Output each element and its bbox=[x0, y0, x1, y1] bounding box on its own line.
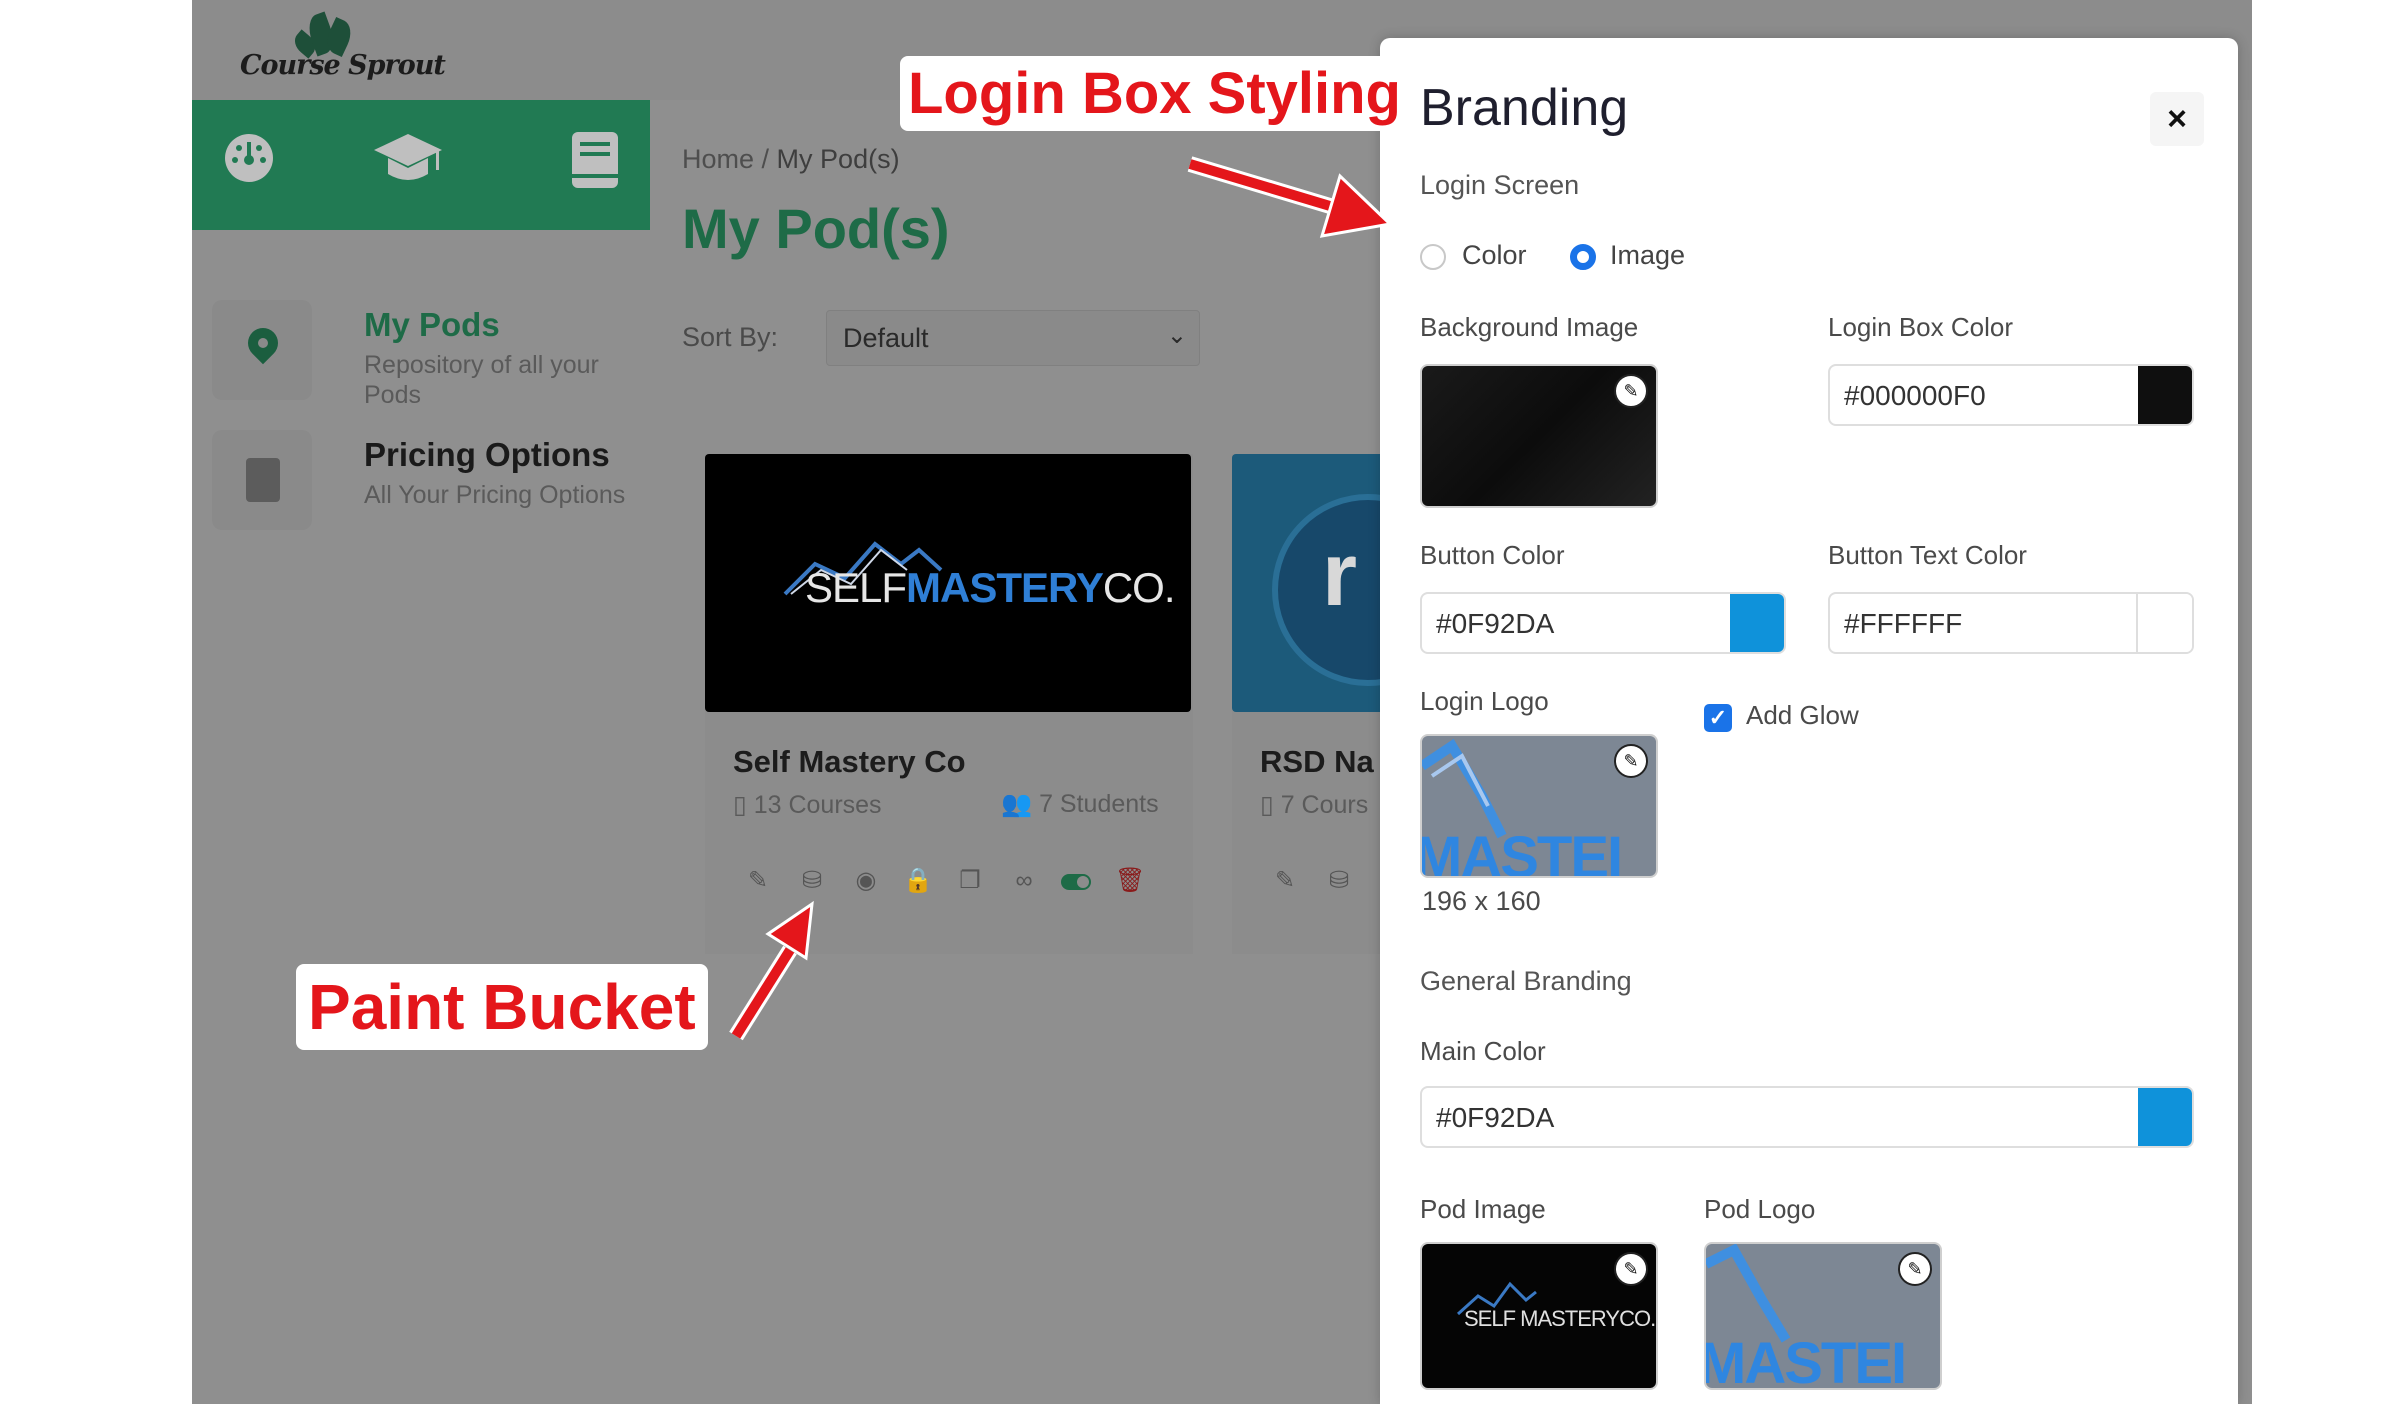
add-glow-checkbox[interactable]: ✓ bbox=[1704, 704, 1732, 732]
background-image-label: Background Image bbox=[1420, 312, 1639, 342]
background-image-preview[interactable]: ✎ bbox=[1420, 364, 1658, 508]
page-title: My Pod(s) bbox=[682, 197, 950, 260]
dashboard-icon[interactable] bbox=[214, 130, 284, 200]
color-radio-label[interactable]: Color bbox=[1462, 240, 1527, 271]
main-color-input[interactable]: #0F92DA bbox=[1420, 1086, 2194, 1148]
eye-icon[interactable]: ◉ bbox=[851, 866, 881, 896]
logo-text: Course Sprout bbox=[240, 50, 446, 81]
courses-icon: ▯ bbox=[1260, 791, 1281, 819]
rsd-logo-letter: r bbox=[1322, 525, 1358, 625]
sidebar-item-subtitle: Repository of all your Pods bbox=[364, 351, 599, 409]
image-radio[interactable] bbox=[1570, 244, 1596, 270]
toggle-icon[interactable] bbox=[1061, 866, 1091, 896]
sort-select-value: Default bbox=[843, 323, 929, 353]
students-icon: 👥 bbox=[1001, 790, 1040, 818]
login-box-color-value: #000000F0 bbox=[1844, 380, 1986, 411]
pod-logo-text: MASTEI bbox=[1704, 1331, 1907, 1390]
button-color-label: Button Color bbox=[1420, 540, 1565, 570]
course-sprout-logo[interactable]: Course Sprout bbox=[240, 6, 446, 86]
main-color-label: Main Color bbox=[1420, 1036, 1546, 1066]
pod-title[interactable]: Self Mastery Co bbox=[733, 744, 966, 780]
main-color-swatch[interactable] bbox=[2138, 1088, 2192, 1146]
icon-bar bbox=[192, 100, 650, 230]
courses-icon: ▯ bbox=[733, 791, 754, 819]
breadcrumb-home[interactable]: Home bbox=[682, 144, 754, 174]
chevron-down-icon: ⌄ bbox=[1166, 322, 1187, 349]
button-color-swatch[interactable] bbox=[1730, 594, 1784, 652]
pencil-icon[interactable]: ✎ bbox=[1898, 1252, 1932, 1286]
pod-logo-preview[interactable]: MASTEI ✎ bbox=[1704, 1242, 1942, 1390]
login-box-color-swatch[interactable] bbox=[2138, 366, 2192, 424]
lock-icon[interactable]: 🔒 bbox=[903, 866, 933, 896]
add-glow-label[interactable]: Add Glow bbox=[1746, 700, 1859, 731]
pencil-icon[interactable]: ✎ bbox=[1614, 374, 1648, 408]
students-count: 👥 7 Students bbox=[1001, 790, 1159, 818]
pod-image-brand: SELF MASTERYCO. bbox=[1464, 1306, 1656, 1331]
sidebar-item-pricing-options[interactable]: Pricing Options All Your Pricing Options bbox=[202, 416, 642, 536]
book-icon[interactable] bbox=[560, 130, 630, 200]
pod-thumbnail[interactable]: SELFMASTERYCO. bbox=[705, 454, 1191, 712]
login-logo-preview[interactable]: MASTEI ✎ bbox=[1420, 734, 1658, 878]
sidebar-item-title: Pricing Options bbox=[364, 436, 610, 473]
login-box-color-input[interactable]: #000000F0 bbox=[1828, 364, 2194, 426]
book-icon bbox=[212, 430, 312, 530]
sidebar: My Pods Repository of all your Pods Pric… bbox=[192, 230, 650, 1404]
edit-icon[interactable]: ✎ bbox=[743, 866, 773, 896]
courses-count: ▯ 13 Courses bbox=[733, 791, 882, 819]
pod-image-preview[interactable]: SELF MASTERYCO. ✎ bbox=[1420, 1242, 1658, 1390]
button-color-input[interactable]: #0F92DA bbox=[1420, 592, 1786, 654]
login-logo-text: MASTEI bbox=[1420, 825, 1623, 878]
login-screen-heading: Login Screen bbox=[1420, 170, 1580, 200]
courses-count: ▯ 7 Cours bbox=[1260, 791, 1369, 819]
sort-label: Sort By: bbox=[682, 322, 779, 352]
logo-size-hint: 196 x 160 bbox=[1422, 886, 1541, 916]
modal-title: Branding bbox=[1420, 79, 1629, 137]
general-branding-heading: General Branding bbox=[1420, 966, 1632, 996]
paint-bucket-icon[interactable]: ⛁ bbox=[797, 866, 827, 896]
button-color-value: #0F92DA bbox=[1436, 608, 1555, 639]
copy-icon[interactable]: ❐ bbox=[955, 866, 985, 896]
pencil-icon[interactable]: ✎ bbox=[1614, 1252, 1648, 1286]
graduation-cap-icon[interactable] bbox=[372, 130, 442, 200]
pod-logo-label: Pod Logo bbox=[1704, 1194, 1816, 1224]
sort-select[interactable]: Default ⌄ bbox=[826, 310, 1200, 366]
sidebar-item-subtitle: All Your Pricing Options bbox=[364, 481, 626, 509]
paint-bucket-callout: Paint Bucket bbox=[296, 964, 708, 1050]
image-radio-label[interactable]: Image bbox=[1610, 240, 1685, 271]
edit-icon[interactable]: ✎ bbox=[1270, 866, 1300, 896]
link-icon[interactable]: ∞ bbox=[1009, 866, 1039, 896]
pod-title[interactable]: RSD Na bbox=[1260, 744, 1374, 780]
trash-icon[interactable]: 🗑 bbox=[1115, 866, 1145, 896]
pencil-icon[interactable]: ✎ bbox=[1614, 744, 1648, 778]
button-text-color-value: #FFFFFF bbox=[1844, 608, 1963, 639]
breadcrumb-current: My Pod(s) bbox=[776, 144, 900, 174]
pod-brand-text: SELFMASTERYCO. bbox=[805, 564, 1176, 611]
breadcrumb-separator: / bbox=[754, 144, 777, 174]
breadcrumb: Home / My Pod(s) bbox=[682, 144, 900, 175]
button-text-color-input[interactable]: #FFFFFF bbox=[1828, 592, 2194, 654]
branding-modal: Branding × Login Screen Color Image Back… bbox=[1380, 38, 2238, 1404]
pod-image-label: Pod Image bbox=[1420, 1194, 1546, 1224]
map-pin-icon bbox=[212, 300, 312, 400]
login-box-color-label: Login Box Color bbox=[1828, 312, 2013, 342]
close-button[interactable]: × bbox=[2150, 92, 2204, 146]
sidebar-item-my-pods[interactable]: My Pods Repository of all your Pods bbox=[202, 286, 642, 409]
button-text-color-label: Button Text Color bbox=[1828, 540, 2027, 570]
sidebar-item-title: My Pods bbox=[364, 306, 500, 343]
color-radio[interactable] bbox=[1420, 244, 1446, 270]
paint-bucket-icon[interactable]: ⛁ bbox=[1324, 866, 1354, 896]
pod-card[interactable]: SELFMASTERYCO. Self Mastery Co ▯ 13 Cour… bbox=[705, 454, 1193, 954]
button-text-color-swatch[interactable] bbox=[2136, 594, 2192, 652]
login-box-styling-callout: Login Box Styling bbox=[900, 56, 1409, 131]
main-color-value: #0F92DA bbox=[1436, 1102, 1555, 1133]
login-logo-label: Login Logo bbox=[1420, 686, 1549, 716]
